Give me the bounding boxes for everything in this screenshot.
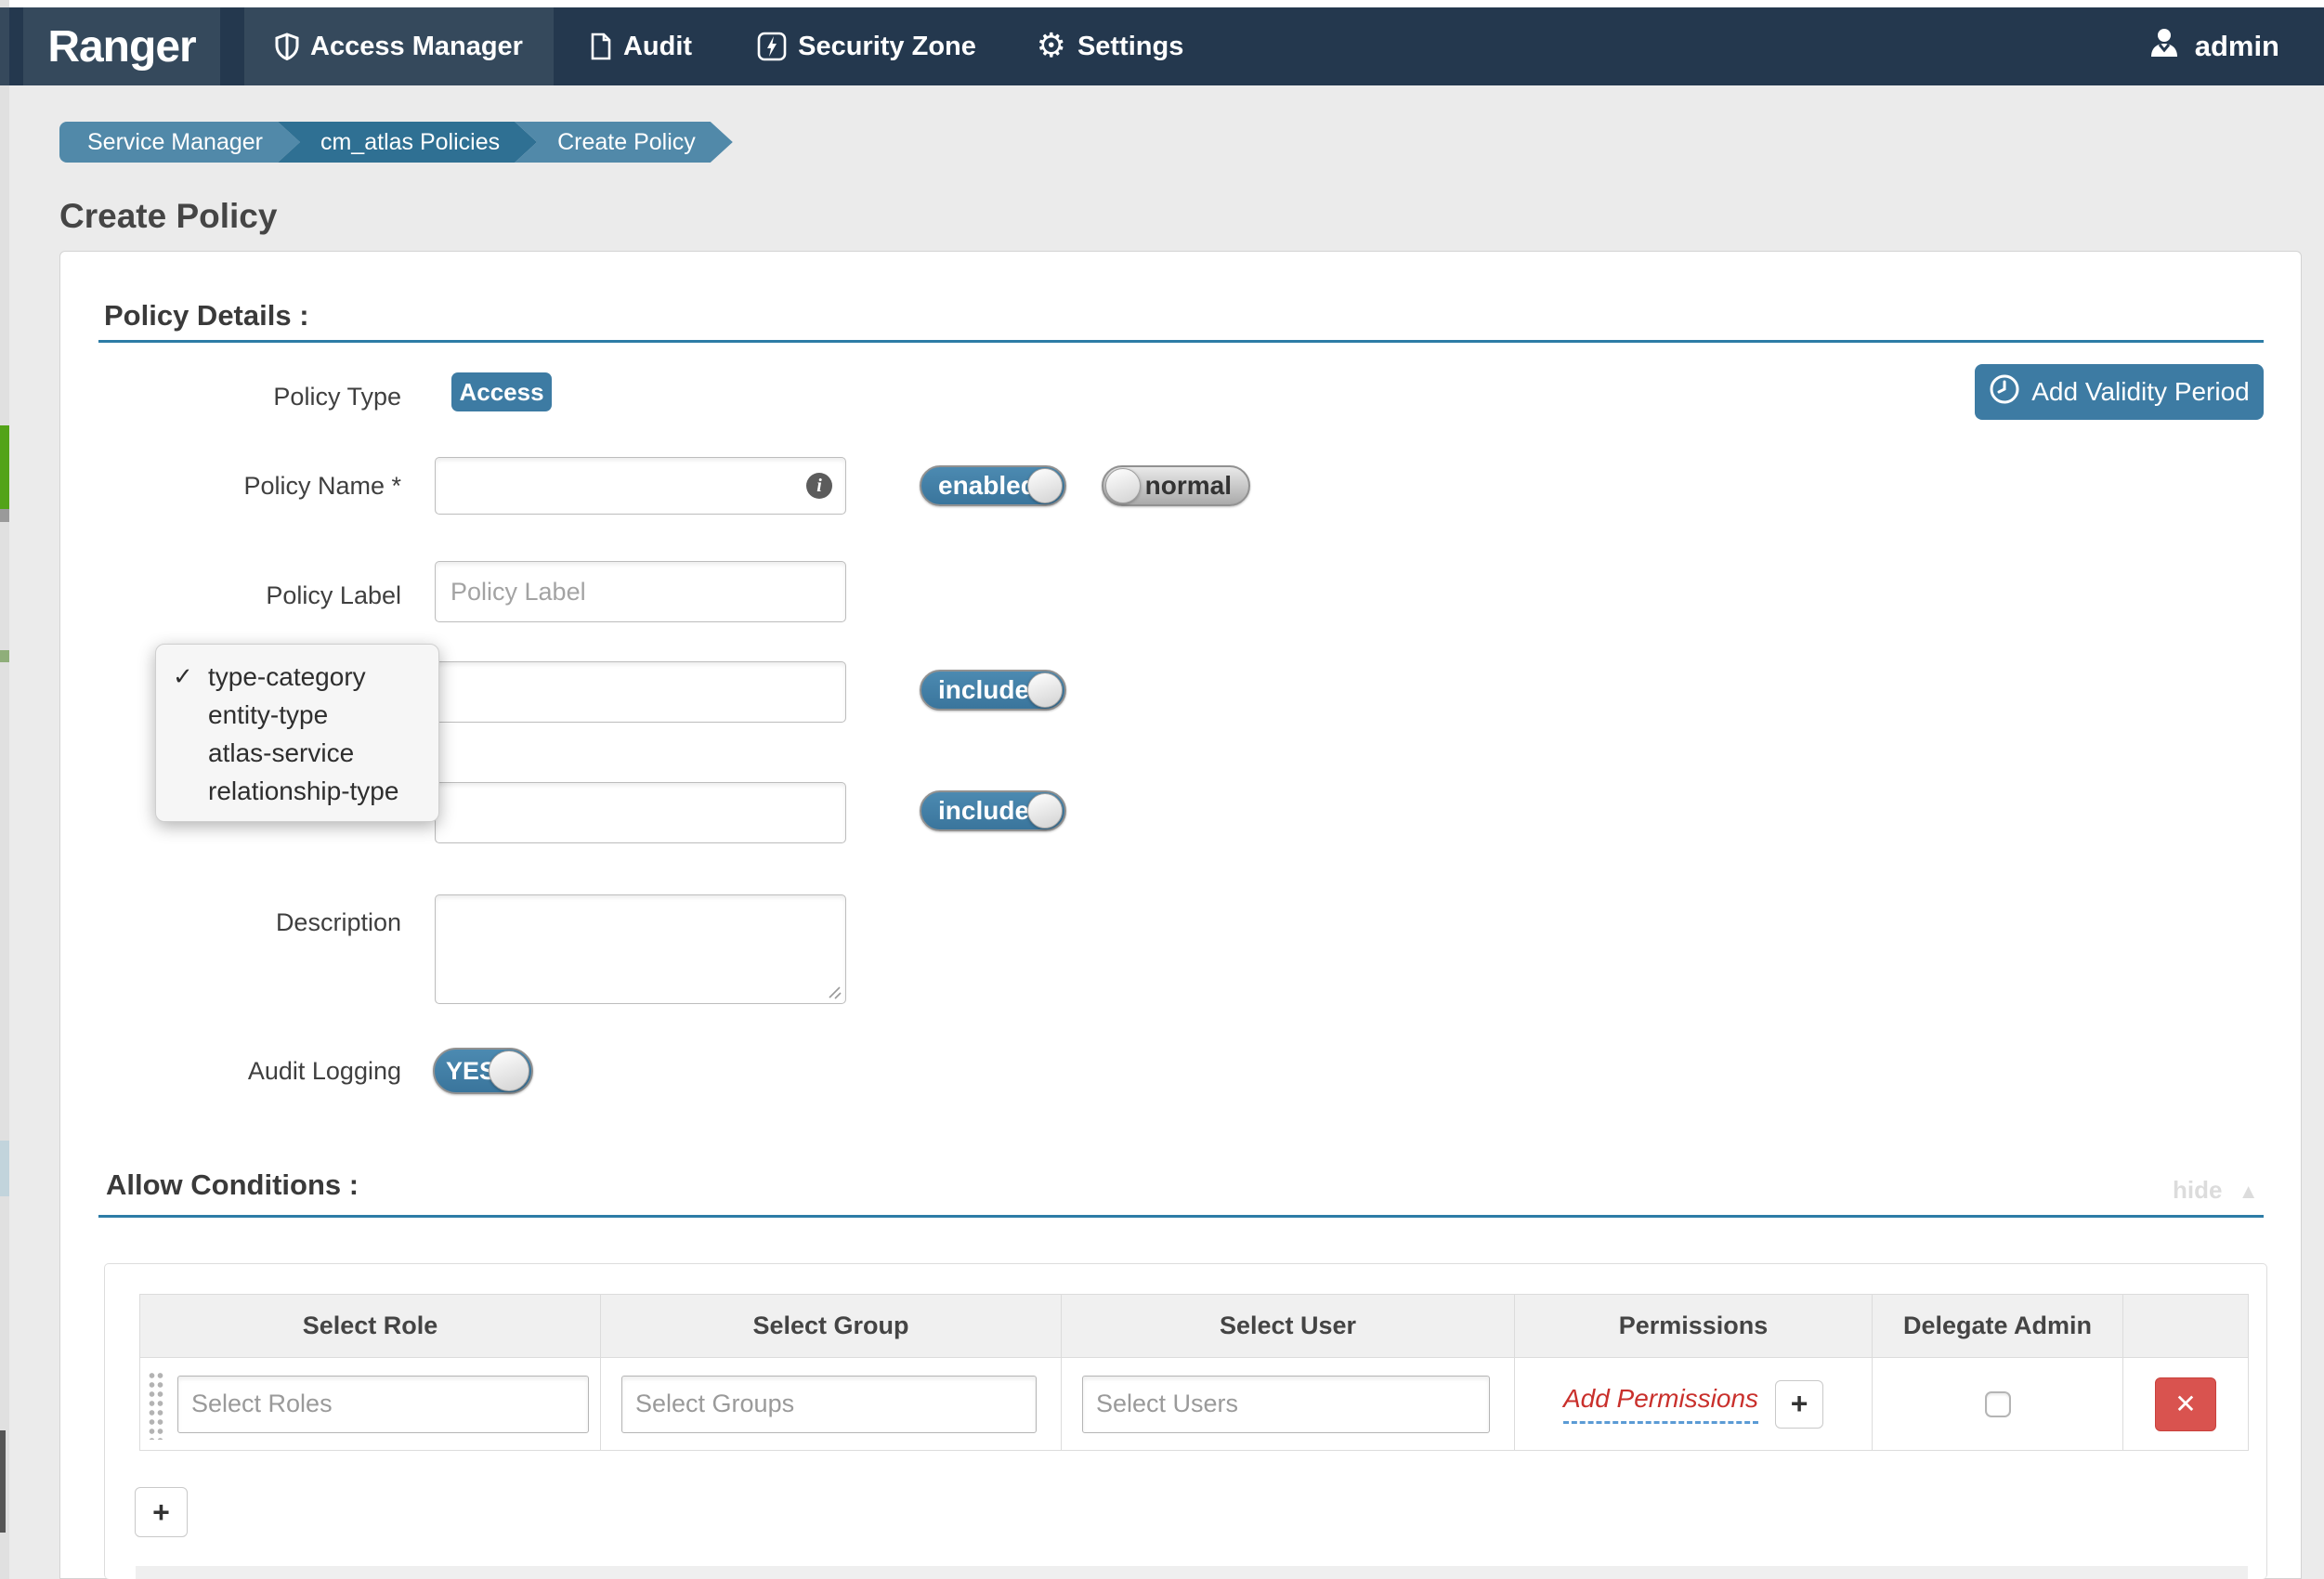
breadcrumb-cm-atlas-policies[interactable]: cm_atlas Policies xyxy=(278,122,537,163)
document-icon xyxy=(590,33,612,60)
select-roles-input[interactable] xyxy=(177,1375,589,1433)
nav-item-access-manager[interactable]: Access Manager xyxy=(244,7,554,85)
delegate-admin-checkbox[interactable] xyxy=(1984,1390,2011,1417)
policy-name-label: Policy Name * xyxy=(243,472,401,500)
nav-item-label: Access Manager xyxy=(310,31,523,61)
drag-handle[interactable] xyxy=(148,1371,164,1440)
include-toggle-1[interactable]: include xyxy=(920,670,1066,711)
nav-item-label: Security Zone xyxy=(798,31,976,61)
toggle-knob xyxy=(1027,468,1063,503)
next-section-edge xyxy=(136,1566,2248,1579)
allow-conditions-divider xyxy=(98,1215,2264,1218)
include-toggle-label: include xyxy=(938,796,1030,825)
policy-label-label: Policy Label xyxy=(266,581,401,609)
sliver-segment xyxy=(0,650,9,662)
sliver-segment xyxy=(0,1141,9,1196)
policy-enabled-toggle[interactable]: enabled xyxy=(920,465,1066,506)
shield-icon xyxy=(275,33,299,60)
add-validity-period-button[interactable]: Add Validity Period xyxy=(1975,364,2264,420)
gear-icon: ⚙ xyxy=(1036,27,1066,65)
breadcrumb: Service Manager cm_atlas Policies Create… xyxy=(59,122,733,163)
policy-status-toggle[interactable]: normal xyxy=(1102,465,1250,506)
nav-item-label: Audit xyxy=(622,31,693,61)
hide-section-link[interactable]: hide ▲ xyxy=(2173,1176,2258,1205)
nav-item-label: Settings xyxy=(1077,31,1184,61)
breadcrumb-service-manager[interactable]: Service Manager xyxy=(59,122,300,163)
audit-toggle-label: YES xyxy=(446,1056,497,1085)
sliver-segment xyxy=(0,509,9,522)
header-permissions: Permissions xyxy=(1514,1294,1873,1358)
clock-icon xyxy=(1989,373,2020,411)
toggle-knob xyxy=(1027,672,1063,708)
policy-label-input[interactable] xyxy=(435,561,846,622)
breadcrumb-create-policy[interactable]: Create Policy xyxy=(515,122,733,163)
sliver-segment xyxy=(0,1430,6,1533)
policy-name-input[interactable] xyxy=(435,457,846,515)
ranger-create-policy-page: Ranger Access Manager Audit Security Zon… xyxy=(0,0,2324,1579)
sliver-segment xyxy=(0,7,9,85)
header-actions xyxy=(2122,1294,2249,1358)
hide-label: hide xyxy=(2173,1176,2223,1204)
description-label: Description xyxy=(275,908,401,936)
collapse-arrow-icon: ▲ xyxy=(2238,1180,2259,1203)
nav-item-security-zone[interactable]: Security Zone xyxy=(741,7,992,85)
bolt-icon xyxy=(757,32,787,61)
audit-logging-label: Audit Logging xyxy=(247,1057,401,1085)
ranger-logo[interactable]: Ranger xyxy=(23,7,220,85)
toggle-knob xyxy=(1027,793,1063,829)
description-textarea[interactable] xyxy=(435,894,846,1004)
add-validity-period-label: Add Validity Period xyxy=(2031,377,2250,406)
select-users-input[interactable] xyxy=(1082,1375,1490,1433)
header-select-group: Select Group xyxy=(600,1294,1062,1358)
condition-row: Add Permissions + ✕ xyxy=(139,1357,2249,1451)
dropdown-option-label: type-category xyxy=(208,662,366,691)
dropdown-option-type-category[interactable]: ✓ type-category xyxy=(156,658,438,696)
page-title: Create Policy xyxy=(59,197,278,235)
dropdown-option-label: relationship-type xyxy=(208,776,399,805)
nav-item-settings[interactable]: ⚙ Settings xyxy=(1022,7,1198,85)
policy-details-divider xyxy=(98,340,2264,343)
check-icon: ✓ xyxy=(173,662,193,690)
toggle-knob xyxy=(1105,468,1141,503)
delete-row-button[interactable]: ✕ xyxy=(2155,1377,2216,1431)
policy-details-heading: Policy Details : xyxy=(104,299,309,332)
window-top-edge xyxy=(0,0,2324,7)
policy-type-badge: Access xyxy=(451,372,552,411)
allow-conditions-table: Select Role Select Group Select User Per… xyxy=(139,1294,2249,1451)
user-icon xyxy=(2147,25,2182,68)
dropdown-option-relationship-type[interactable]: relationship-type xyxy=(156,772,438,810)
resource-type-dropdown: ✓ type-category entity-type atlas-servic… xyxy=(155,644,439,822)
add-permission-button[interactable]: + xyxy=(1775,1379,1824,1429)
toggle-knob xyxy=(489,1050,529,1091)
policy-type-label: Policy Type xyxy=(273,383,401,411)
type-category-resource-input[interactable] xyxy=(435,661,846,723)
include-toggle-label: include xyxy=(938,675,1030,704)
user-menu[interactable]: admin xyxy=(2147,7,2279,85)
header-delegate-admin: Delegate Admin xyxy=(1872,1294,2123,1358)
add-permissions-link[interactable]: Add Permissions xyxy=(1562,1384,1759,1424)
header-select-role: Select Role xyxy=(139,1294,601,1358)
sliver-segment xyxy=(0,425,9,509)
dropdown-option-entity-type[interactable]: entity-type xyxy=(156,696,438,734)
normal-toggle-label: normal xyxy=(1144,471,1232,500)
dropdown-option-label: entity-type xyxy=(208,700,329,729)
info-icon[interactable]: i xyxy=(806,473,832,499)
header-select-user: Select User xyxy=(1061,1294,1515,1358)
include-toggle-2[interactable]: include xyxy=(920,790,1066,831)
table-header-row: Select Role Select Group Select User Per… xyxy=(139,1294,2249,1358)
allow-conditions-heading: Allow Conditions : xyxy=(106,1168,359,1201)
dropdown-option-atlas-service[interactable]: atlas-service xyxy=(156,734,438,772)
background-window-sliver xyxy=(0,0,9,1579)
user-name: admin xyxy=(2194,30,2279,62)
dropdown-option-label: atlas-service xyxy=(208,738,355,767)
entity-resource-input[interactable] xyxy=(435,782,846,843)
nav-item-audit[interactable]: Audit xyxy=(567,7,715,85)
enabled-toggle-label: enabled xyxy=(938,471,1037,500)
select-groups-input[interactable] xyxy=(621,1375,1037,1433)
add-condition-row-button[interactable]: + xyxy=(135,1487,188,1537)
top-navbar: Ranger Access Manager Audit Security Zon… xyxy=(0,7,2324,85)
audit-logging-toggle[interactable]: YES xyxy=(433,1048,533,1094)
